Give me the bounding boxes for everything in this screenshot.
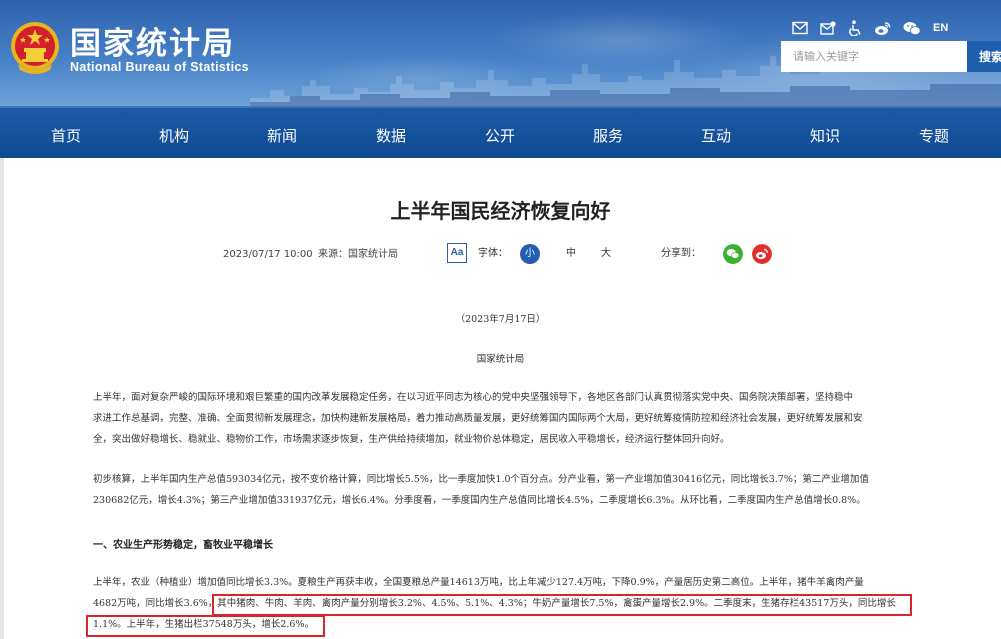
main-nav: 首页 机构 新闻 数据 公开 服务 互动 知识 专题 <box>0 108 1001 158</box>
nav-item-data[interactable]: 数据 <box>376 108 406 158</box>
nav-item-service[interactable]: 服务 <box>593 108 623 158</box>
page-gutter <box>0 158 4 639</box>
share-wechat-icon[interactable] <box>723 244 743 264</box>
share-weibo-icon[interactable] <box>752 244 772 264</box>
paragraph-3-line-3: 1.1%。上半年，生猪出栏37548万头，增长2.6%。 <box>93 619 314 630</box>
article-title: 上半年国民经济恢复向好 <box>390 199 611 223</box>
mail-icon[interactable] <box>792 21 808 35</box>
nav-item-interact[interactable]: 互动 <box>701 108 731 158</box>
article-byline: 国家统计局 <box>476 354 525 365</box>
nav-item-news[interactable]: 新闻 <box>267 108 297 158</box>
search-input[interactable] <box>781 41 967 72</box>
mail-alt-icon[interactable] <box>820 20 836 36</box>
national-emblem-icon <box>11 22 59 74</box>
section-heading-agriculture: 一、农业生产形势稳定，畜牧业平稳增长 <box>93 540 273 551</box>
article-dateline: （2023年7月17日） <box>455 314 546 325</box>
paragraph-2-line-1: 初步核算，上半年国内生产总值593034亿元，按不变价格计算，同比增长5.5%，… <box>93 474 869 485</box>
language-switch[interactable]: EN <box>933 22 948 34</box>
nav-item-topics[interactable]: 专题 <box>919 108 949 158</box>
font-size-small-button[interactable]: 小 <box>520 244 540 264</box>
nav-item-knowledge[interactable]: 知识 <box>810 108 840 158</box>
paragraph-1-line-2: 求进工作总基调，完整、准确、全面贯彻新发展理念，加快构建新发展格局，着力推动高质… <box>93 413 863 424</box>
font-size-medium-button[interactable]: 中 <box>566 244 576 264</box>
paragraph-1-line-1: 上半年，面对复杂严峻的国际环境和艰巨繁重的国内改革发展稳定任务，在以习近平同志为… <box>93 392 854 403</box>
utility-icons: EN <box>792 19 948 37</box>
reader-mode-button[interactable]: Aa <box>447 243 467 263</box>
site-header: 国家统计局 National Bureau of Statistics EN 请… <box>0 0 1001 158</box>
paragraph-3-line-1: 上半年，农业（种植业）增加值同比增长3.3%。夏粮生产再获丰收，全国夏粮总产量1… <box>93 577 864 588</box>
nav-item-home[interactable]: 首页 <box>51 108 81 158</box>
accessibility-icon[interactable] <box>848 20 862 36</box>
search-button[interactable]: 搜索 <box>967 41 1001 72</box>
weibo-icon[interactable] <box>874 21 891 36</box>
article-source: 来源：国家统计局 <box>318 249 398 260</box>
nav-item-org[interactable]: 机构 <box>159 108 189 158</box>
nav-item-public[interactable]: 公开 <box>485 108 515 158</box>
site-logo-english[interactable]: National Bureau of Statistics <box>70 60 249 74</box>
wechat-icon[interactable] <box>903 21 921 36</box>
site-logo-chinese[interactable]: 国家统计局 <box>70 18 235 63</box>
font-size-label: 字体： <box>478 248 508 259</box>
paragraph-3-line-2: 4682万吨，同比增长3.6%，其中猪肉、牛肉、羊肉、禽肉产量分别增长3.2%、… <box>93 598 896 609</box>
share-label: 分享到： <box>661 248 701 259</box>
font-size-large-button[interactable]: 大 <box>601 244 611 264</box>
paragraph-2-line-2: 230682亿元，增长4.3%；第三产业增加值331937亿元，增长6.4%。分… <box>93 495 866 506</box>
publish-date: 2023/07/17 10:00 <box>223 249 313 260</box>
paragraph-1-line-3: 全，突出做好稳增长、稳就业、稳物价工作，市场需求逐步恢复，生产供给持续增加，就业… <box>93 434 730 445</box>
